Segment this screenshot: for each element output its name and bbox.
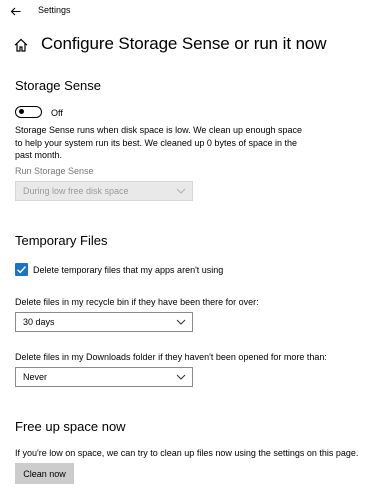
free-up-space-description: If you're low on space, we can try to cl… xyxy=(15,448,359,458)
temporary-files-header: Temporary Files xyxy=(15,233,108,248)
recycle-bin-label: Delete files in my recycle bin if they h… xyxy=(15,297,259,307)
storage-sense-header: Storage Sense xyxy=(15,78,102,93)
dropdown-value: Never xyxy=(23,372,48,382)
chevron-down-icon xyxy=(176,374,186,380)
description-line: to help your system run its best. We cle… xyxy=(15,137,297,148)
page-title: Configure Storage Sense or run it now xyxy=(41,34,327,53)
storage-sense-description: Storage Sense runs when disk space is lo… xyxy=(15,124,302,162)
description-line: past month. xyxy=(15,150,63,160)
free-up-space-header: Free up space now xyxy=(15,419,126,434)
run-storage-sense-label: Run Storage Sense xyxy=(15,166,94,176)
toggle-knob xyxy=(19,109,24,114)
app-title: Settings xyxy=(38,5,71,15)
chevron-down-icon xyxy=(176,188,186,194)
back-arrow-icon xyxy=(10,7,20,15)
run-storage-sense-dropdown: During low free disk space xyxy=(15,181,193,201)
dropdown-value: 30 days xyxy=(23,317,55,327)
checkmark-icon xyxy=(17,266,27,274)
downloads-folder-dropdown[interactable]: Never xyxy=(15,367,193,387)
downloads-folder-label: Delete files in my Downloads folder if t… xyxy=(15,352,327,362)
description-line: Storage Sense runs when disk space is lo… xyxy=(15,125,303,135)
storage-sense-toggle[interactable] xyxy=(15,106,42,118)
clean-now-button[interactable]: Clean now xyxy=(15,463,74,484)
delete-temp-files-checkbox[interactable] xyxy=(15,263,28,276)
back-button[interactable] xyxy=(6,3,24,19)
chevron-down-icon xyxy=(176,319,186,325)
recycle-bin-dropdown[interactable]: 30 days xyxy=(15,312,193,332)
home-icon xyxy=(14,38,28,52)
delete-temp-files-label: Delete temporary files that my apps aren… xyxy=(33,265,224,275)
toggle-state-label: Off xyxy=(51,108,63,118)
dropdown-value: During low free disk space xyxy=(23,186,129,196)
title-bar: Settings xyxy=(0,0,374,22)
